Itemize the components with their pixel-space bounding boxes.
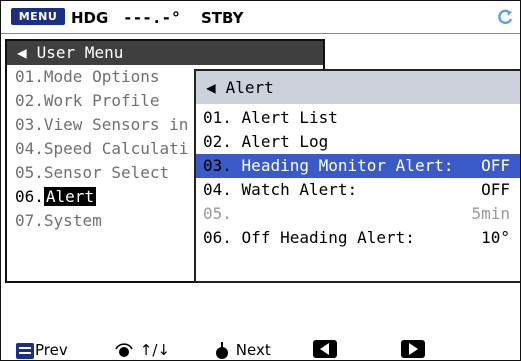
menu-item-label: Mode Options [43,67,160,86]
alert-item-number: 01. [203,108,232,127]
alert-item-heading-monitor[interactable]: 03. Heading Monitor Alert: OFF [196,154,520,178]
status-bar: MENU HDG ---.-° STBY [5,5,518,33]
menu-item-number: 02. [15,91,44,110]
back-arrow-icon: ◀ [17,43,27,62]
menu-item-number: 05. [15,163,44,182]
alert-item-label: Alert List [241,108,338,127]
menu-item-number: 01. [15,67,44,86]
alert-item-number: 05. [203,204,232,223]
alert-menu-title-text: Alert [225,78,274,97]
alert-item-watch-alert[interactable]: 04. Watch Alert: OFF [196,178,520,202]
alert-item-value: OFF [481,180,510,199]
alert-item-value: 5min [471,204,510,223]
alert-menu-panel: ◀ Alert 01. Alert List 02. Alert Log 03. … [194,69,520,283]
header-divider [1,33,520,34]
alert-item-label: Off Heading Alert: [241,228,415,247]
menu-item-label: System [43,211,102,230]
alert-item-value: 10° [481,228,510,247]
alert-item-alert-list[interactable]: 01. Alert List [196,106,520,130]
next-label: Next [235,341,271,359]
alert-item-value: OFF [481,156,510,175]
next-key-guide[interactable]: Next [213,341,271,360]
alert-item-watch-interval: 05. 5min [196,202,520,226]
left-arrow-key-icon[interactable] [312,339,338,360]
menu-item-label: Sensor Select [43,163,170,182]
menu-item-number: 06. [15,187,44,206]
rotary-knob-icon [115,342,133,357]
alert-item-number: 06. [203,228,232,247]
menu-esc-key-icon [16,342,34,359]
menu-item-label: Alert [43,187,97,206]
updown-label: ↑/↓ [139,341,170,359]
right-arrow-key-icon[interactable] [400,339,426,360]
heading-label: HDG [71,9,109,27]
alert-item-number: 02. [203,132,232,151]
menu-item-label: Speed Calculati [43,139,189,158]
menu-item-number: 04. [15,139,44,158]
alert-item-number: 03. [203,156,232,175]
refresh-icon [498,9,513,25]
alert-item-label: Alert Log [241,132,329,151]
alert-item-number: 04. [203,180,232,199]
alert-item-label: Watch Alert: [241,180,358,199]
prev-key-guide[interactable]: Prev [15,341,68,360]
menu-badge[interactable]: MENU [11,8,65,25]
display-screen: MENU HDG ---.-° STBY ◀ User Menu 01.Mode … [0,0,521,361]
updown-key-guide[interactable]: ↑/↓ [113,341,170,360]
user-menu-title-text: User Menu [36,43,124,62]
prev-label: Prev [35,341,68,359]
alert-item-alert-log[interactable]: 02. Alert Log [196,130,520,154]
bottom-key-guide: Prev ↑/↓ Next [1,336,520,360]
mode-status: STBY [201,9,244,27]
menu-item-number: 03. [15,115,44,134]
alert-item-label: Heading Monitor Alert: [241,156,454,175]
alert-menu-title[interactable]: ◀ Alert [196,71,520,104]
menu-item-label: View Sensors in [43,115,189,134]
back-arrow-icon: ◀ [206,78,216,97]
alert-item-off-heading[interactable]: 06. Off Heading Alert: 10° [196,226,520,250]
heading-value: ---.-° [123,8,181,27]
menu-item-number: 07. [15,211,44,230]
menu-item-label: Work Profile [43,91,160,110]
user-menu-title[interactable]: ◀ User Menu [7,41,323,65]
knob-push-icon [216,341,228,359]
